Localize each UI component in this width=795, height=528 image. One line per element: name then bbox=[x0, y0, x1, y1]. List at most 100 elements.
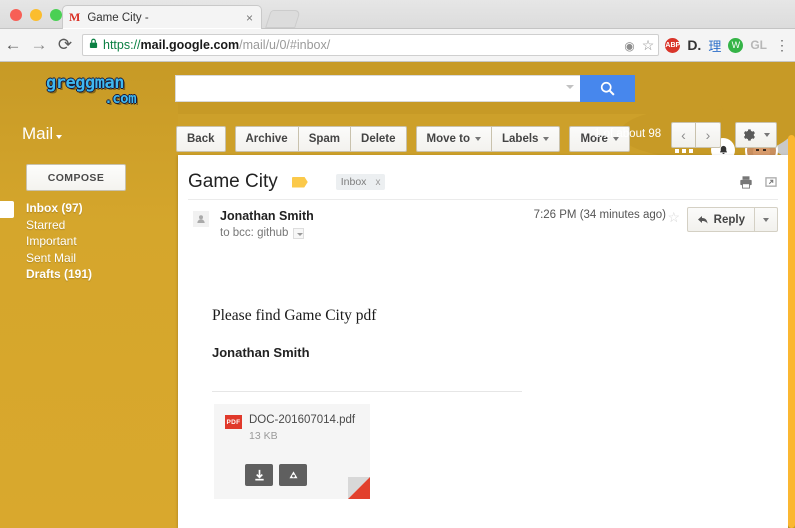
search-icon bbox=[600, 81, 615, 96]
close-window-button[interactable] bbox=[10, 9, 22, 21]
message-signature: Jonathan Smith bbox=[212, 345, 310, 360]
browser-tab-title: Game City - bbox=[87, 11, 149, 24]
gear-icon bbox=[743, 129, 755, 141]
green-extension-icon[interactable]: W bbox=[728, 37, 744, 53]
logo-line-2: .com bbox=[104, 90, 136, 107]
greggman-logo[interactable]: greggman .com bbox=[26, 70, 144, 110]
archive-button[interactable]: Archive bbox=[234, 126, 299, 152]
save-to-drive-button[interactable] bbox=[279, 464, 307, 486]
address-bar[interactable]: https://mail.google.com/mail/u/0/#inbox/… bbox=[82, 34, 660, 56]
compose-button[interactable]: COMPOSE bbox=[26, 164, 126, 191]
delete-button[interactable]: Delete bbox=[351, 126, 407, 152]
message-body-text: Please find Game City pdf bbox=[212, 307, 377, 324]
forward-icon[interactable]: → bbox=[26, 35, 52, 55]
adblock-plus-icon[interactable]: ABP bbox=[665, 37, 681, 53]
url-path: /mail/u/0/#inbox/ bbox=[239, 38, 331, 52]
inbox-selected-marker bbox=[0, 201, 14, 218]
mail-title[interactable]: Mail bbox=[22, 124, 63, 144]
download-attachment-button[interactable] bbox=[245, 464, 273, 486]
page-scrollbar[interactable] bbox=[788, 135, 795, 528]
show-recipients-dropdown-icon[interactable] bbox=[293, 227, 305, 239]
gl-extension-icon[interactable]: GL bbox=[750, 38, 767, 52]
archive-spam-delete-group: Archive Spam Delete bbox=[234, 126, 407, 152]
web-page: greggman .com Mail Back Archive Spam Del… bbox=[0, 62, 795, 528]
label-folder-icon[interactable] bbox=[291, 176, 308, 188]
previous-page-button[interactable]: ‹ bbox=[671, 122, 696, 148]
download-arrow-icon bbox=[254, 469, 264, 481]
window-titlebar: M Game City - × bbox=[0, 0, 795, 29]
browser-toolbar: ← → ⟳ https://mail.google.com/mail/u/0/#… bbox=[0, 29, 795, 62]
sender-name[interactable]: Jonathan Smith bbox=[220, 209, 314, 223]
chevron-down-icon bbox=[475, 137, 481, 141]
move-to-button[interactable]: Move to bbox=[415, 126, 492, 152]
bookmark-star-icon[interactable]: ☆ bbox=[642, 37, 655, 54]
chevron-down-icon bbox=[763, 217, 769, 222]
chrome-menu-icon[interactable]: ⋮ bbox=[773, 37, 795, 54]
sidebar-item-drafts[interactable]: Drafts (191) bbox=[26, 266, 166, 283]
message-more-options-button[interactable] bbox=[755, 207, 778, 232]
search-area bbox=[175, 75, 635, 102]
remove-label-icon[interactable]: x bbox=[375, 177, 380, 188]
pdf-file-icon: PDF bbox=[225, 415, 242, 429]
spam-button[interactable]: Spam bbox=[298, 126, 352, 152]
attachment-filename[interactable]: DOC-201607014.pdf bbox=[249, 414, 355, 426]
chevron-down-icon bbox=[543, 137, 550, 141]
chevron-down-icon bbox=[764, 133, 770, 137]
attachment-card[interactable]: PDF DOC-201607014.pdf 13 KB bbox=[214, 404, 370, 499]
close-tab-icon[interactable]: × bbox=[244, 11, 255, 25]
search-options-caret-icon[interactable] bbox=[566, 85, 574, 89]
browser-window: M Game City - × ← → ⟳ https://mail.googl… bbox=[0, 0, 795, 528]
label-chip-inbox[interactable]: Inbox x bbox=[335, 174, 386, 190]
sidebar-item-starred[interactable]: Starred bbox=[26, 217, 166, 234]
lock-icon bbox=[89, 38, 98, 52]
reader-eye-icon[interactable]: ◉ bbox=[624, 39, 634, 53]
maximize-window-button[interactable] bbox=[50, 9, 62, 21]
message-panel: Game City Inbox x Jonathan Smith to bcc:… bbox=[178, 155, 788, 528]
settings-button[interactable] bbox=[735, 122, 777, 148]
star-message-icon[interactable]: ☆ bbox=[667, 209, 680, 226]
back-icon[interactable]: ← bbox=[0, 35, 26, 55]
new-tab-button[interactable] bbox=[265, 10, 301, 28]
chevron-down-icon[interactable] bbox=[56, 135, 63, 139]
pagination-status: 1 of about 98 bbox=[594, 128, 662, 140]
search-input[interactable] bbox=[175, 75, 580, 102]
print-icon[interactable] bbox=[739, 175, 753, 189]
url-scheme: https:// bbox=[103, 38, 141, 52]
browser-tab[interactable]: M Game City - × bbox=[62, 5, 262, 29]
labels-label: Labels bbox=[502, 133, 539, 145]
message-timestamp: 7:26 PM (34 minutes ago) bbox=[533, 209, 666, 221]
contact-photo-placeholder-icon bbox=[193, 211, 209, 227]
back-button[interactable]: Back bbox=[176, 126, 226, 152]
mail-folder-list: Inbox (97) Starred Important Sent Mail D… bbox=[26, 200, 166, 283]
url-host: mail.google.com bbox=[140, 38, 240, 52]
move-to-label: Move to bbox=[426, 133, 470, 145]
next-page-button[interactable]: › bbox=[696, 122, 721, 148]
sidebar-item-inbox[interactable]: Inbox (97) bbox=[26, 200, 166, 217]
message-header: Jonathan Smith to bcc: github 7:26 PM (3… bbox=[188, 207, 778, 253]
d-extension-icon[interactable]: D. bbox=[687, 37, 701, 53]
card-corner-red bbox=[348, 477, 370, 499]
mail-title-text: Mail bbox=[22, 124, 54, 143]
attachment-divider bbox=[212, 391, 522, 392]
recipients-line: to bcc: github bbox=[220, 227, 305, 239]
recipients-text: to bcc: github bbox=[220, 227, 289, 239]
logo-line-1: greggman bbox=[46, 72, 124, 93]
reply-button[interactable]: Reply bbox=[686, 207, 755, 232]
reload-icon[interactable]: ⟳ bbox=[52, 35, 78, 55]
move-labels-group: Move to Labels bbox=[415, 126, 561, 152]
open-in-new-window-icon[interactable] bbox=[764, 175, 778, 189]
pagination-controls: ‹ › bbox=[671, 122, 721, 148]
cjk-extension-icon[interactable]: 理 bbox=[708, 36, 721, 55]
sidebar-item-important[interactable]: Important bbox=[26, 233, 166, 250]
window-controls bbox=[10, 9, 62, 21]
attachment-filesize: 13 KB bbox=[249, 430, 278, 442]
message-header-icons bbox=[739, 175, 778, 189]
extensions-strip: ABP D. 理 W GL bbox=[665, 36, 773, 55]
minimize-window-button[interactable] bbox=[30, 9, 42, 21]
subject-row: Game City Inbox x bbox=[188, 165, 778, 199]
search-button[interactable] bbox=[580, 75, 635, 102]
labels-button[interactable]: Labels bbox=[492, 126, 561, 152]
page-title: Game City bbox=[188, 171, 278, 192]
sidebar-item-sent-mail[interactable]: Sent Mail bbox=[26, 250, 166, 267]
reply-button-label: Reply bbox=[713, 213, 745, 226]
